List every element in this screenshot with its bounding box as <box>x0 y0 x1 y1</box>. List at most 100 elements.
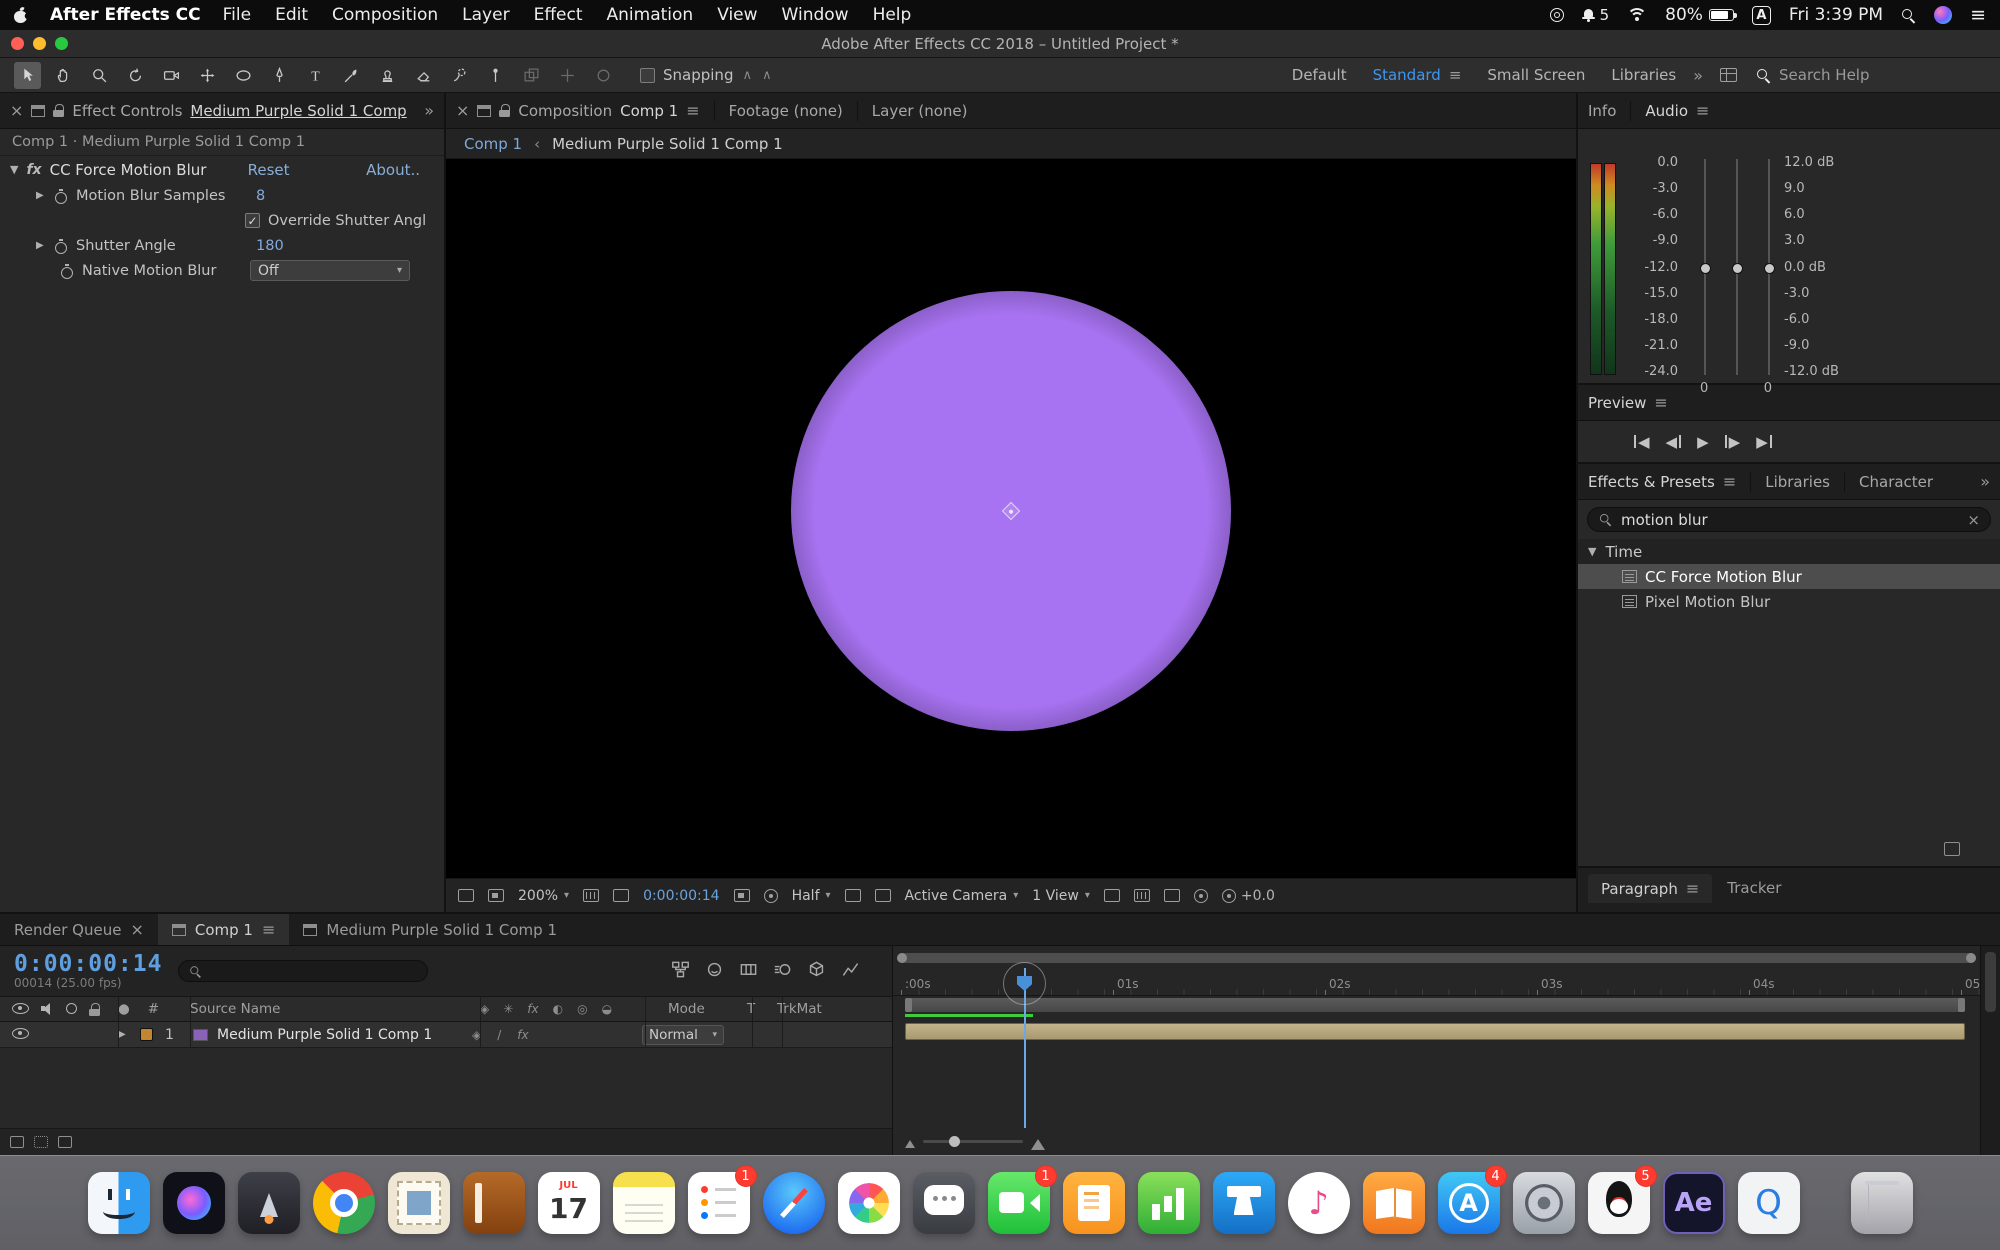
view-layout-dropdown[interactable]: 1 View▾ <box>1032 888 1090 904</box>
collapse-effect-icon[interactable]: ▼ <box>10 163 18 176</box>
dock-icon-qq[interactable]: 5 <box>1588 1172 1650 1234</box>
expand-layer-icon[interactable]: ▶ <box>118 1029 140 1040</box>
source-name-column-header[interactable]: Source Name <box>190 1001 480 1017</box>
composition-tab[interactable]: Composition <box>518 102 612 120</box>
menu-item[interactable]: Effect <box>534 5 583 25</box>
motion-blur-icon[interactable] <box>773 960 792 983</box>
wifi-icon[interactable] <box>1627 8 1647 23</box>
snapping-options-icons[interactable]: ∧ ∧ <box>742 68 774 83</box>
timeline-scrollbar[interactable] <box>1980 946 2000 1155</box>
footage-tab[interactable]: Footage (none) <box>729 102 843 120</box>
dock-icon-after-effects[interactable]: Ae <box>1663 1172 1725 1234</box>
app-menu-title[interactable]: After Effects CC <box>50 5 201 25</box>
workspace-item[interactable]: Libraries <box>1611 66 1676 84</box>
notification-bell[interactable]: 5 <box>1582 6 1610 24</box>
dock-icon-stamps[interactable] <box>388 1172 450 1234</box>
snapshot-icon[interactable] <box>734 889 750 902</box>
next-frame-button[interactable]: ▶ <box>1725 433 1741 451</box>
expand-transfer-icon[interactable] <box>34 1136 48 1148</box>
close-panel-icon[interactable]: × <box>456 103 469 119</box>
play-button[interactable]: ▶ <box>1697 433 1709 451</box>
dock-icon-quicktime[interactable]: Q <box>1738 1172 1800 1234</box>
panel-menu-icon[interactable]: ≡ <box>262 920 275 939</box>
effect-controls-tab[interactable]: Effect Controls <box>72 102 182 120</box>
timeline-button-icon[interactable] <box>1164 889 1180 902</box>
search-help-box[interactable]: Search Help <box>1756 66 1986 84</box>
panel-overflow-icon[interactable]: » <box>1980 472 1990 491</box>
dock-icon-finder[interactable] <box>88 1172 150 1234</box>
effect-about-link[interactable]: About.. <box>366 161 420 179</box>
eraser-tool[interactable] <box>410 62 437 89</box>
composition-tab-name[interactable]: Comp 1 <box>620 102 678 120</box>
effect-reset-link[interactable]: Reset <box>248 161 290 179</box>
clone-stamp-tool[interactable] <box>374 62 401 89</box>
menu-item[interactable]: File <box>223 5 251 25</box>
stopwatch-icon[interactable] <box>60 264 74 278</box>
panel-menu-icon[interactable]: ≡ <box>686 101 699 120</box>
pixel-aspect-icon[interactable] <box>1104 889 1120 902</box>
layer-visibility-icon[interactable] <box>12 1028 29 1039</box>
menu-item[interactable]: Window <box>782 5 849 25</box>
effects-category-row[interactable]: ▼ Time <box>1578 539 2000 564</box>
resolution-dropdown[interactable]: Half▾ <box>792 888 831 904</box>
frame-blending-icon[interactable] <box>739 960 758 983</box>
dock-icon-dictionary[interactable] <box>463 1172 525 1234</box>
layer-tab[interactable]: Layer (none) <box>872 102 968 120</box>
trkmat-column-header[interactable]: TrkMat <box>777 1001 872 1017</box>
panel-menu-icon[interactable]: ≡ <box>1696 101 1709 120</box>
zoom-tool[interactable] <box>86 62 113 89</box>
dock-icon-facetime[interactable]: 1 <box>988 1172 1050 1234</box>
dock-icon-chrome[interactable] <box>313 1172 375 1234</box>
effects-search-box[interactable]: motion blur × <box>1587 507 1991 532</box>
solo-column-icon[interactable] <box>66 1003 77 1014</box>
flowchart-icon[interactable] <box>1194 889 1208 903</box>
solid-comp-tab[interactable]: Medium Purple Solid 1 Comp 1 <box>289 914 571 945</box>
lock-icon[interactable] <box>53 104 64 117</box>
video-column-icon[interactable] <box>12 1003 29 1014</box>
zoom-in-icon[interactable] <box>1031 1132 1045 1150</box>
previous-frame-button[interactable]: ◀ <box>1666 433 1682 451</box>
screen-record-icon[interactable] <box>1550 8 1564 22</box>
shape-tool[interactable] <box>230 62 257 89</box>
dock-icon-numbers[interactable] <box>1138 1172 1200 1234</box>
effects-presets-tab[interactable]: Effects & Presets <box>1588 473 1715 491</box>
menu-item[interactable]: Animation <box>607 5 694 25</box>
composition-viewport[interactable] <box>446 159 1576 878</box>
graph-editor-icon[interactable] <box>841 960 860 983</box>
lock-icon[interactable] <box>499 104 510 117</box>
info-tab[interactable]: Info <box>1588 102 1616 120</box>
audio-column-icon[interactable] <box>41 1003 54 1015</box>
monitor-settings-icon[interactable] <box>488 889 504 902</box>
panel-menu-icon[interactable]: ≡ <box>1723 472 1736 491</box>
menu-item[interactable]: View <box>717 5 757 25</box>
stopwatch-icon[interactable] <box>54 189 68 203</box>
time-ruler[interactable]: :00s01s02s03s04s05s <box>893 968 1980 996</box>
property-value[interactable]: 180 <box>256 238 284 254</box>
expand-switches-icon[interactable] <box>10 1136 24 1148</box>
snapping-checkbox[interactable] <box>640 68 655 83</box>
mode-column-header[interactable]: Mode <box>642 1001 747 1017</box>
dock-icon-messages[interactable] <box>913 1172 975 1234</box>
breadcrumb-comp-link[interactable]: Comp 1 <box>464 135 522 153</box>
type-tool[interactable]: T <box>302 62 329 89</box>
region-of-interest-icon[interactable] <box>845 889 861 902</box>
timeline-search-box[interactable] <box>178 960 428 982</box>
workspace-menu-icon[interactable]: ≡ <box>1449 66 1462 84</box>
camera-tool[interactable] <box>158 62 185 89</box>
dock-icon-pages[interactable] <box>1063 1172 1125 1234</box>
dock-icon-books[interactable] <box>1363 1172 1425 1234</box>
zoom-slider[interactable] <box>923 1140 1023 1143</box>
preview-tab[interactable]: Preview <box>1588 394 1646 412</box>
comp-timeline-tab[interactable]: Comp 1≡ <box>158 914 290 945</box>
layer-row[interactable]: ▶ 1 Medium Purple Solid 1 Comp 1 ◈/fx No… <box>0 1022 892 1048</box>
timeline-track-area[interactable]: :00s01s02s03s04s05s <box>893 946 2000 1155</box>
battery-status[interactable]: 80% <box>1665 5 1734 25</box>
menu-item[interactable]: Help <box>873 5 912 25</box>
close-panel-icon[interactable]: × <box>10 103 23 119</box>
workspace-item[interactable]: Small Screen <box>1487 66 1585 84</box>
dock-icon-trash[interactable] <box>1851 1172 1913 1234</box>
effect-name[interactable]: CC Force Motion Blur <box>50 161 240 179</box>
workspace-item[interactable]: Standard≡ <box>1373 66 1462 84</box>
menu-item[interactable]: Edit <box>275 5 308 25</box>
dock-icon-photos[interactable] <box>838 1172 900 1234</box>
